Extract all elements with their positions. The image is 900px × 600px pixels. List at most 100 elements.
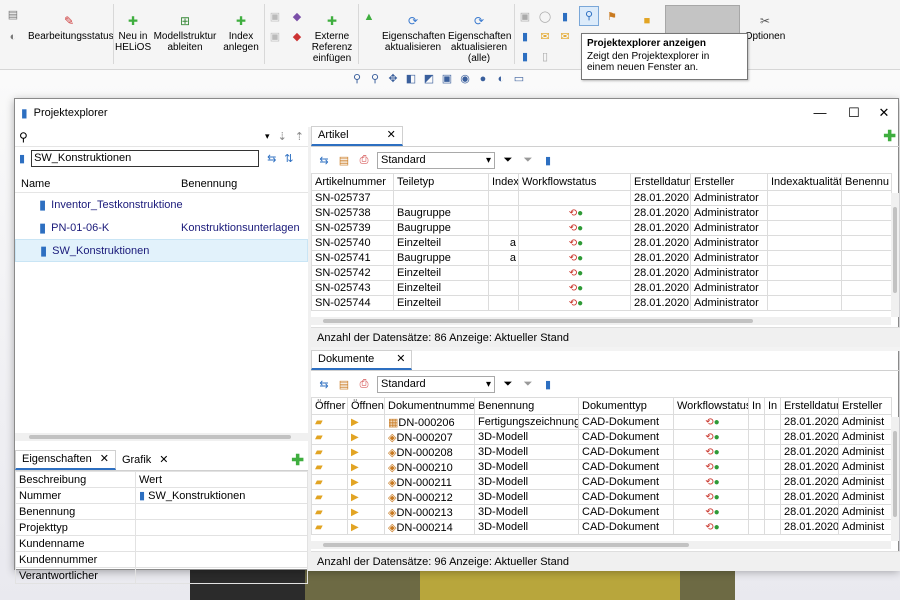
bearbeitungsstatus-button[interactable]: ✎ Bearbeitungsstatus [28,14,114,42]
open-folder-icon[interactable]: ▶ [347,504,385,520]
tree-item[interactable]: ▮ Inventor_Testkonstruktione [15,193,308,216]
artikel-vertical-scrollbar[interactable] [891,193,899,317]
close-tab-icon[interactable]: ✕ [100,450,109,469]
section-icon[interactable]: ◧ [404,72,418,86]
tree-horizontal-scrollbar[interactable] [15,433,308,441]
monitor-icon[interactable]: ▭ [512,72,526,86]
tab-grafik[interactable]: Grafik ✕ [116,450,175,470]
table-row[interactable]: ▰ ▶ ◈DN-000213 3D-Modell CAD-Dokument ⟲● 28.01… [311,504,892,520]
pan-icon[interactable]: ✥ [386,72,400,86]
opener-folder-icon[interactable]: ▰ [311,414,348,430]
ribbon-small-icon[interactable]: ▯ [538,50,552,64]
close-button[interactable]: ✕ [876,105,892,121]
tab-artikel[interactable]: Artikel ✕ [311,126,403,146]
cube-icon[interactable]: ▣ [440,72,454,86]
table-row[interactable]: ▰ ▶ ◈DN-000214 3D-Modell CAD-Dokument ⟲● 28.01… [311,519,892,535]
table-row[interactable]: SN-025743 Einzelteil ⟲● 28.01.2020 Administr… [311,280,892,296]
print-icon[interactable]: ⎙ [357,378,371,391]
dokumente-vertical-scrollbar[interactable] [891,417,899,541]
ribbon-small-icon[interactable]: ▮ [518,30,532,44]
add-icon[interactable]: ✚ [291,453,304,469]
ribbon-small-icon[interactable]: ▮ [558,10,572,24]
clear-filter-icon[interactable]: ⏷ [521,378,535,391]
columns-icon[interactable]: ▮ [541,378,555,391]
zoom-area-icon[interactable]: ⚲ [368,72,382,86]
table-row[interactable]: ▰ ▶ ◈DN-000211 3D-Modell CAD-Dokument ⟲● 28.01… [311,474,892,490]
col-benennung[interactable]: Benennung [474,397,579,415]
col-oeffner[interactable]: Öffner [311,397,348,415]
sort-down-icon[interactable]: ⇣ [278,130,287,143]
table-row[interactable]: SN-025739 Baugruppe ⟲● 28.01.2020 Administra… [311,220,892,236]
navigate-icon[interactable]: ⇆ [267,152,276,165]
table-row[interactable]: ▰ ▶ ◈DN-000210 3D-Modell CAD-Dokument ⟲● 28.01… [311,459,892,475]
tab-dokumente[interactable]: Dokumente ✕ [311,350,413,370]
sort-up-icon[interactable]: ⇡ [295,130,304,143]
col-benennung[interactable]: Benennu [841,173,892,191]
ribbon-small-icon[interactable]: ✉ [538,30,552,44]
property-row[interactable]: Projekttyp [15,519,308,536]
externe-referenz-button[interactable]: ✚ Externe Referenz einfügen [308,14,356,64]
ribbon-small-icon[interactable]: ◆ [290,10,304,24]
refresh-icon[interactable]: ⇆ [317,154,331,167]
tab-eigenschaften[interactable]: Eigenschaften ✕ [15,450,116,470]
property-row[interactable]: Benennung [15,503,308,520]
ribbon-small-icon[interactable]: ▲ [362,10,376,24]
artikel-view-select[interactable]: Standard [377,151,495,169]
table-row[interactable]: SN-025738 Baugruppe ⟲● 28.01.2020 Administra… [311,205,892,221]
table-row[interactable]: SN-025744 Einzelteil ⟲● 28.01.2020 Administr… [311,295,892,311]
open-folder-icon[interactable]: ▶ [347,429,385,445]
ribbon-small-icon[interactable]: ◐ [6,30,20,44]
col-erstelldatum[interactable]: Erstelldatum [780,397,839,415]
col-ersteller[interactable]: Ersteller [838,397,892,415]
table-row[interactable]: SN-025742 Einzelteil ⟲● 28.01.2020 Administr… [311,265,892,281]
property-row[interactable]: Verantwortlicher [15,567,308,584]
col-dokumentnummer[interactable]: Dokumentnummer [384,397,475,415]
tree-item-selected[interactable]: ▮ SW_Konstruktionen [15,239,308,262]
property-row[interactable]: Kundennummer [15,551,308,568]
filter-icon[interactable]: ⏷ [501,378,515,391]
eigenschaften-aktualisieren-button[interactable]: ⟳ Eigenschaften aktualisieren [382,14,445,53]
add-icon[interactable]: ✚ [883,129,896,145]
dokumente-horizontal-scrollbar[interactable] [311,541,891,549]
ribbon-small-icon[interactable]: ▮ [518,50,532,64]
maximize-button[interactable]: ☐ [846,105,862,121]
filter-tree-icon[interactable]: ⇅ [284,152,293,165]
close-tab-icon[interactable]: ✕ [396,350,405,369]
tree-item[interactable]: ▮ PN-01-06-K Konstruktionsunterlagen [15,216,308,239]
projektexplorer-button[interactable]: ⚲ [579,6,599,26]
open-folder-icon[interactable]: ▶ [347,444,385,460]
col-in[interactable]: In [748,397,765,415]
index-anlegen-button[interactable]: ✚ Index anlegen [220,14,262,53]
opener-folder-icon[interactable]: ▰ [311,504,348,520]
col-ersteller[interactable]: Ersteller [690,173,768,191]
search-icon[interactable]: ⚲ [19,130,28,144]
ribbon-small-icon[interactable]: ◆ [290,30,304,44]
optionen-button[interactable]: ✂ Optionen [744,14,786,42]
opener-folder-icon[interactable]: ▰ [311,489,348,505]
export-icon[interactable]: ▤ [337,378,351,391]
open-folder-icon[interactable]: ▶ [347,489,385,505]
close-tab-icon[interactable]: ✕ [387,126,396,145]
artikel-horizontal-scrollbar[interactable] [311,317,891,325]
col-index[interactable]: Index [488,173,519,191]
tree-header-name[interactable]: Name [15,175,175,192]
opener-folder-icon[interactable]: ▰ [311,429,348,445]
neu-in-helios-button[interactable]: ✚ Neu in HELiOS [115,14,151,53]
table-row[interactable]: SN-025741 Baugruppe a ⟲● 28.01.2020 Administr… [311,250,892,266]
open-folder-icon[interactable]: ▶ [347,519,385,535]
ribbon-small-icon[interactable]: ▣ [268,30,282,44]
dokumente-view-select[interactable]: Standard [377,375,495,393]
col-artikelnummer[interactable]: Artikelnummer [311,173,394,191]
col-workflowstatus[interactable]: Workflowstatus [673,397,749,415]
table-row[interactable]: SN-025737 28.01.2020 Administrator [311,190,892,206]
ribbon-small-icon[interactable]: ■ [640,14,654,28]
dropdown-arrow-icon[interactable]: ▾ [265,131,270,142]
opener-folder-icon[interactable]: ▰ [311,459,348,475]
path-input[interactable]: SW_Konstruktionen [31,149,260,167]
opener-folder-icon[interactable]: ▰ [311,444,348,460]
table-row[interactable]: SN-025740 Einzelteil a ⟲● 28.01.2020 Administ… [311,235,892,251]
table-row[interactable]: ▰ ▶ ◈DN-000208 3D-Modell CAD-Dokument ⟲● 28.01… [311,444,892,460]
col-workflowstatus[interactable]: Workflowstatus [518,173,631,191]
export-icon[interactable]: ▤ [337,154,351,167]
table-row[interactable]: ▰ ▶ ▦DN-000206 Fertigungszeichnung CAD-Dokum… [311,414,892,430]
